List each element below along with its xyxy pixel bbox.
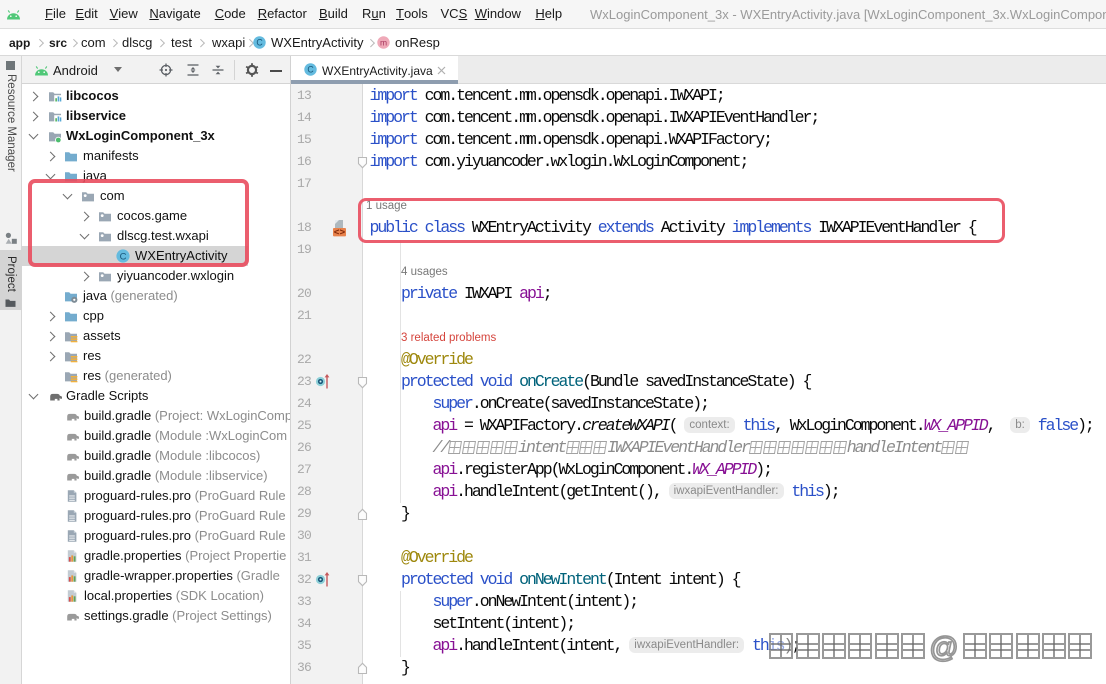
svg-text:<>: <>	[334, 227, 346, 237]
svg-text:C: C	[307, 65, 314, 75]
svg-text:m: m	[380, 38, 387, 48]
svg-text:C: C	[256, 38, 263, 48]
